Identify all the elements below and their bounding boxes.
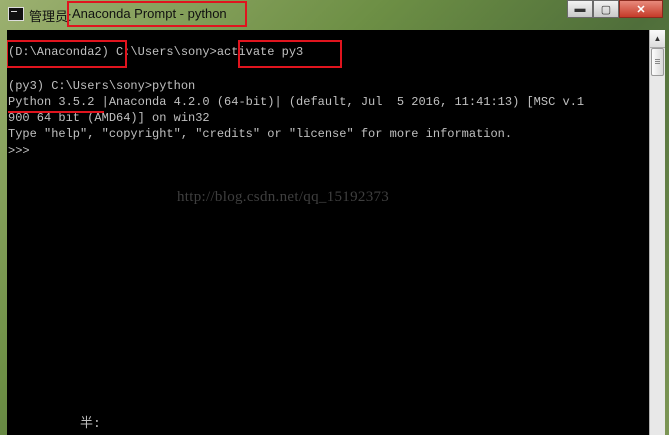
python-version-underline (8, 111, 104, 113)
vertical-scrollbar[interactable]: ▲ (649, 30, 665, 435)
console-line: Python 3.5.2 |Anaconda 4.2.0 (64-bit)| (… (8, 95, 585, 109)
close-icon: ✕ (636, 3, 646, 16)
close-button[interactable]: ✕ (619, 0, 663, 18)
env-path-highlight-box (7, 40, 127, 68)
activate-command-highlight-box (238, 40, 342, 68)
scroll-up-arrow-icon[interactable]: ▲ (650, 30, 665, 48)
maximize-button[interactable]: ▢ (593, 0, 619, 18)
title-bar[interactable]: 管理员: Anaconda Prompt - python ▬ ▢ ✕ (0, 0, 669, 30)
maximize-icon: ▢ (600, 3, 612, 16)
scroll-thumb[interactable] (651, 48, 664, 76)
window-controls: ▬ ▢ ✕ (567, 0, 663, 20)
console-line: Type "help", "copyright", "credits" or "… (8, 127, 513, 141)
console-output[interactable]: (D:\Anaconda2) C:\Users\sony>activate py… (7, 30, 649, 435)
watermark-url: http://blog.csdn.net/qq_15192373 (177, 189, 390, 205)
grip-icon (655, 59, 660, 60)
console-line: (py3) C:\Users\sony>python (8, 79, 196, 93)
minimize-button[interactable]: ▬ (567, 0, 593, 18)
console-icon (8, 7, 24, 21)
title-prefix: 管理员: (29, 9, 72, 24)
ime-indicator: 半: (80, 416, 101, 431)
window-title: Anaconda Prompt - python (72, 6, 227, 21)
minimize-icon: ▬ (574, 3, 586, 15)
console-prompt-line: >>> (8, 144, 37, 158)
command-prompt-window: 管理员: Anaconda Prompt - python ▬ ▢ ✕ (D:\… (0, 0, 669, 435)
